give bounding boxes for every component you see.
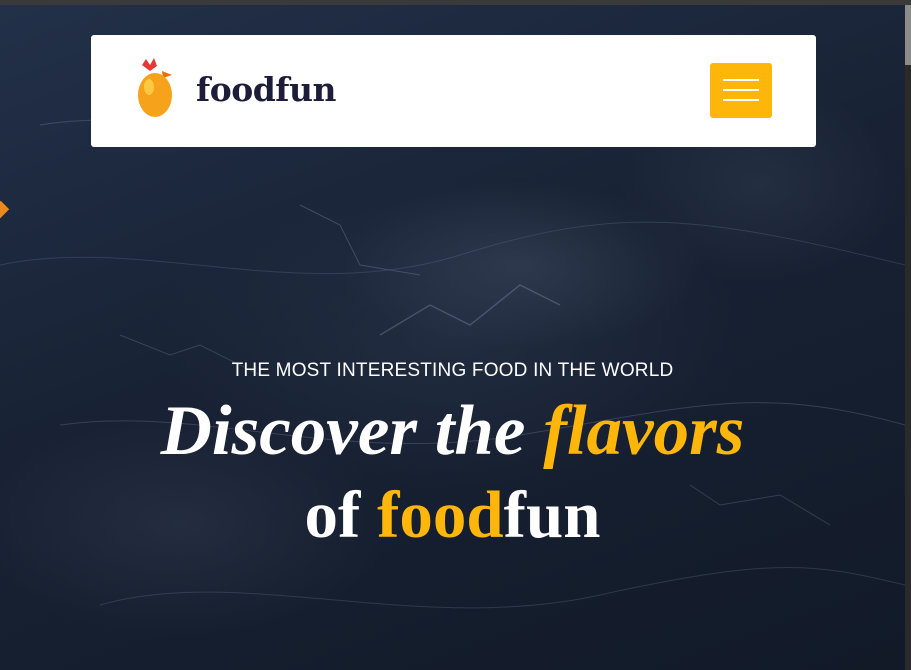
top-navbar: foodfun [91,35,816,147]
headline-text: fun [503,478,601,552]
hamburger-menu-icon [723,99,759,101]
hamburger-menu-icon [723,79,759,81]
hero-headline-line2: of foodfun [0,478,905,552]
hero-section: foodfun THE MOST INTERESTING FOOD IN THE… [0,5,905,670]
hero-headline-line1: Discover the flavors [0,392,905,470]
headline-accent: flavors [543,392,745,470]
menu-toggle-button[interactable] [710,63,772,118]
scrollbar-track[interactable] [905,5,911,670]
hero-tagline: THE MOST INTERESTING FOOD IN THE WORLD [231,360,674,381]
brand-name: foodfun [196,69,336,109]
scrollbar-thumb[interactable] [905,5,911,65]
headline-accent: food [377,478,504,552]
headline-text: of [304,478,378,552]
hero-copy: THE MOST INTERESTING FOOD IN THE WORLD D… [0,360,905,552]
brand-logo[interactable]: foodfun [132,57,336,121]
egg-chicken-icon [138,58,172,117]
hamburger-menu-icon [723,89,759,91]
headline-text: Discover the [160,392,544,470]
